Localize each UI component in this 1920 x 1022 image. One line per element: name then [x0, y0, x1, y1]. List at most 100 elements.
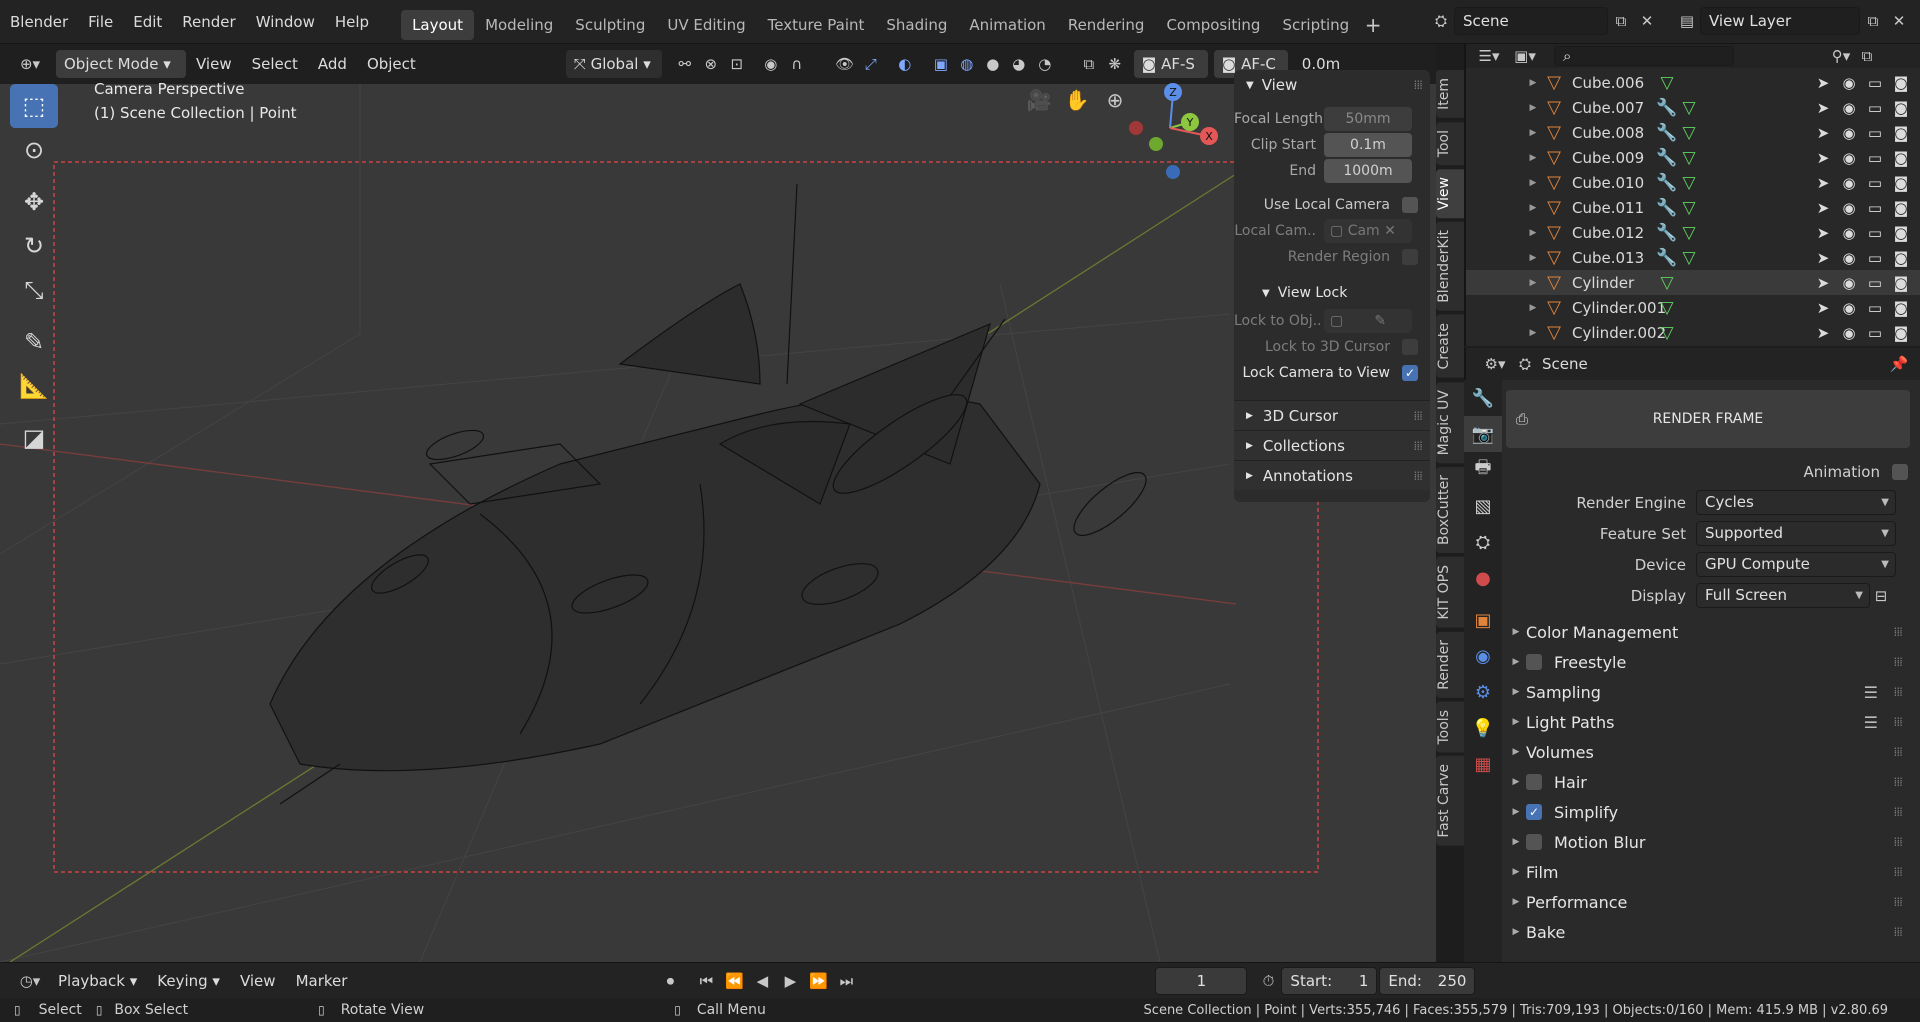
- expand-arrow-icon[interactable]: ▶: [1524, 278, 1542, 288]
- tab-layout[interactable]: Layout: [401, 10, 475, 40]
- drag-grip-icon[interactable]: ⁞⁞⁞: [1894, 865, 1904, 879]
- gizmo-icon[interactable]: ⤢: [858, 50, 884, 78]
- lock-to-cursor-checkbox[interactable]: [1402, 339, 1418, 355]
- tab-tools[interactable]: Tools: [1436, 701, 1464, 753]
- material-shading-icon[interactable]: ◕: [1006, 50, 1032, 78]
- menu-timeline-view[interactable]: View: [230, 963, 286, 999]
- eye-icon[interactable]: ◉: [1836, 199, 1862, 217]
- menu-marker[interactable]: Marker: [286, 963, 358, 999]
- eye-icon[interactable]: ◉: [1836, 149, 1862, 167]
- new-view-layer-icon[interactable]: ⧉: [1860, 7, 1886, 35]
- selectable-icon[interactable]: ➤: [1810, 324, 1836, 342]
- filter-icon[interactable]: ⚲▾: [1828, 42, 1854, 70]
- menu-window[interactable]: Window: [246, 0, 325, 44]
- panel-section[interactable]: ▶ Sampling ☰ ⁞⁞⁞: [1506, 677, 1910, 707]
- 3d-viewport[interactable]: [0, 84, 1436, 962]
- tool-settings-tab-icon[interactable]: 🔧: [1464, 380, 1502, 416]
- object-name[interactable]: Cube.011: [1572, 199, 1656, 217]
- viewport-display-icon[interactable]: ▭: [1862, 74, 1888, 92]
- snap-target-icon[interactable]: ⊡: [724, 50, 750, 78]
- viewport-display-icon[interactable]: ▭: [1862, 274, 1888, 292]
- world-tab-icon[interactable]: ●: [1464, 560, 1502, 596]
- render-camera-icon[interactable]: ◙: [1888, 124, 1914, 142]
- menu-file[interactable]: File: [78, 0, 123, 44]
- mesh-data-icon[interactable]: ▽: [1678, 198, 1700, 218]
- tab-scripting[interactable]: Scripting: [1271, 10, 1360, 40]
- object-name[interactable]: Cylinder.001: [1572, 299, 1666, 317]
- eye-icon[interactable]: ◉: [1836, 124, 1862, 142]
- eye-icon[interactable]: ◉: [1836, 74, 1862, 92]
- wireframe-shading-icon[interactable]: ◍: [954, 50, 980, 78]
- clip-end-field[interactable]: 1000m: [1324, 159, 1412, 183]
- outliner-row[interactable]: ▶ ▽ Cube.009 🔧 ▽ ➤ ◉ ▭ ◙: [1466, 145, 1920, 170]
- output-tab-icon[interactable]: 🖶: [1464, 452, 1502, 488]
- eye-icon[interactable]: ◉: [1836, 224, 1862, 242]
- menu-view[interactable]: View: [186, 44, 242, 84]
- drag-grip-icon[interactable]: ⁞⁞⁞: [1414, 439, 1424, 453]
- render-camera-icon[interactable]: ◙: [1888, 99, 1914, 117]
- view-panel-header[interactable]: ▼ View ⁞⁞⁞: [1234, 70, 1430, 100]
- drag-grip-icon[interactable]: ⁞⁞⁞: [1894, 835, 1904, 849]
- render-engine-select[interactable]: Cycles ▼: [1696, 490, 1896, 515]
- tab-view[interactable]: View: [1436, 169, 1464, 219]
- visibility-icon[interactable]: 👁: [832, 50, 858, 78]
- tab-boxcutter[interactable]: BoxCutter: [1436, 467, 1464, 554]
- expand-arrow-icon[interactable]: ▶: [1524, 328, 1542, 338]
- outliner-row[interactable]: ▶ ▽ Cube.006 ▽ ➤ ◉ ▭ ◙: [1466, 70, 1920, 95]
- scale-tool[interactable]: ⤡: [10, 268, 58, 312]
- panel-section[interactable]: ▶ Light Paths ☰ ⁞⁞⁞: [1506, 707, 1910, 737]
- render-camera-icon[interactable]: ◙: [1888, 299, 1914, 317]
- next-keyframe-icon[interactable]: ⏩: [805, 967, 831, 995]
- render-camera-icon[interactable]: ◙: [1888, 274, 1914, 292]
- proportional-edit-icon[interactable]: ◉: [758, 50, 784, 78]
- viewport-display-icon[interactable]: ▭: [1862, 174, 1888, 192]
- timeline-editor-icon[interactable]: ◷▾: [12, 967, 48, 995]
- section-3d-cursor[interactable]: ▶ 3D Cursor ⁞⁞⁞: [1234, 400, 1430, 430]
- panel-section[interactable]: ▶ Performance ⁞⁞⁞: [1506, 887, 1910, 917]
- snap-icon[interactable]: ⊗: [698, 50, 724, 78]
- mesh-data-icon[interactable]: ▽: [1656, 298, 1678, 318]
- viewport-display-icon[interactable]: ▭: [1862, 124, 1888, 142]
- drag-grip-icon[interactable]: ⁞⁞⁞: [1894, 775, 1904, 789]
- tab-item[interactable]: Item: [1436, 70, 1464, 118]
- expand-arrow-icon[interactable]: ▶: [1524, 153, 1542, 163]
- object-name[interactable]: Cylinder: [1572, 274, 1656, 292]
- render-camera-icon[interactable]: ◙: [1888, 199, 1914, 217]
- mesh-data-icon[interactable]: ▽: [1678, 123, 1700, 143]
- outliner-row[interactable]: ▶ ▽ Cylinder.002 ▽ ➤ ◉ ▭ ◙: [1466, 320, 1920, 345]
- expand-arrow-icon[interactable]: ▶: [1524, 228, 1542, 238]
- measure-tool[interactable]: 📐: [10, 364, 58, 408]
- outliner-row[interactable]: ▶ ▽ Cylinder ▽ ➤ ◉ ▭ ◙: [1466, 270, 1920, 295]
- drag-grip-icon[interactable]: ⁞⁞⁞: [1894, 685, 1904, 699]
- selectable-icon[interactable]: ➤: [1810, 249, 1836, 267]
- drag-grip-icon[interactable]: ⁞⁞⁞: [1414, 469, 1424, 483]
- add-cube-tool[interactable]: ◪: [10, 416, 58, 460]
- end-frame-field[interactable]: End: 250: [1379, 966, 1476, 995]
- tab-blenderkit[interactable]: BlenderKit: [1436, 222, 1464, 312]
- display-mode-icon[interactable]: ☰▾: [1476, 42, 1502, 70]
- tab-fast-carve[interactable]: Fast Carve: [1436, 756, 1464, 846]
- prev-keyframe-icon[interactable]: ⏪: [721, 967, 747, 995]
- panel-section[interactable]: ▶ Motion Blur ⁞⁞⁞: [1506, 827, 1910, 857]
- mesh-data-icon[interactable]: ▽: [1678, 223, 1700, 243]
- menu-edit[interactable]: Edit: [123, 0, 172, 44]
- modifier-icon[interactable]: 🔧: [1656, 123, 1678, 143]
- render-camera-icon[interactable]: ◙: [1888, 249, 1914, 267]
- start-frame-field[interactable]: Start: 1: [1281, 966, 1378, 995]
- mesh-data-icon[interactable]: ▽: [1656, 323, 1678, 343]
- tab-modeling[interactable]: Modeling: [474, 10, 564, 40]
- constraints-tab-icon[interactable]: ⚙: [1464, 674, 1502, 710]
- outliner-search-input[interactable]: ⌕: [1554, 46, 1734, 66]
- overlays-icon[interactable]: ◐: [892, 50, 918, 78]
- selectable-icon[interactable]: ➤: [1810, 124, 1836, 142]
- outliner-row[interactable]: ▶ ▽ Cube.013 🔧 ▽ ➤ ◉ ▭ ◙: [1466, 245, 1920, 270]
- new-collection-icon[interactable]: ⧉: [1854, 42, 1880, 70]
- selectable-icon[interactable]: ➤: [1810, 99, 1836, 117]
- tab-texture-paint[interactable]: Texture Paint: [757, 10, 876, 40]
- menu-object[interactable]: Object: [357, 44, 426, 84]
- current-frame-field[interactable]: 1: [1155, 966, 1248, 995]
- solid-shading-icon[interactable]: ●: [980, 50, 1006, 78]
- object-name[interactable]: Cube.007: [1572, 99, 1656, 117]
- drag-grip-icon[interactable]: ⁞⁞⁞: [1894, 625, 1904, 639]
- properties-editor-icon[interactable]: ⚙▾: [1482, 350, 1508, 378]
